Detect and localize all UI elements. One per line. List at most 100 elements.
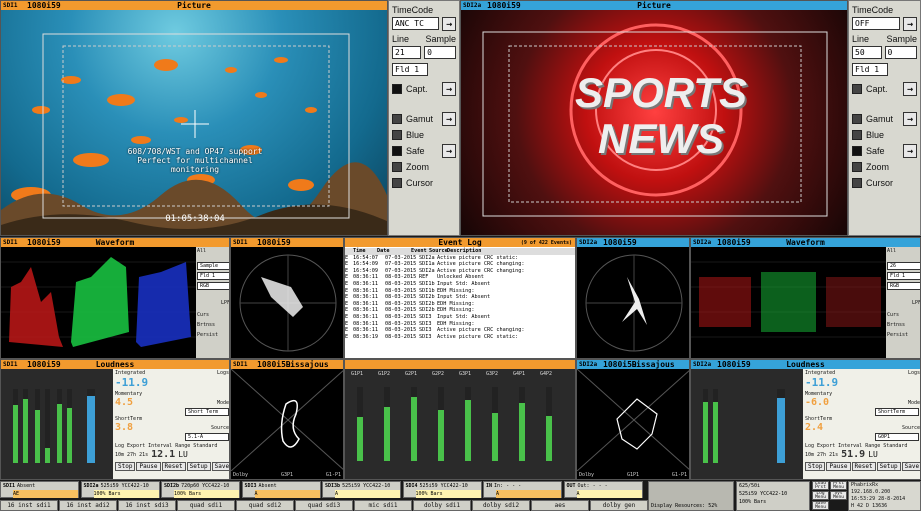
preset-tab[interactable]: 16 inst adi2 xyxy=(59,500,117,511)
input-status[interactable]: SDI2a 525i59 YCC422-10 100% Bars xyxy=(80,481,160,498)
rgb-waveform-trace xyxy=(691,261,886,338)
field-select[interactable]: Fld 1 xyxy=(392,63,428,76)
setup-button[interactable]: Setup xyxy=(186,462,211,471)
preset-tab[interactable]: dolby sdi1 xyxy=(413,500,471,511)
log-row[interactable]: E 08:36:11 08-03-2015 SDI3 Input Std: Absent xyxy=(345,314,575,321)
capt-checkbox[interactable] xyxy=(852,84,862,94)
reset-button[interactable]: Reset xyxy=(851,462,876,471)
field-select[interactable]: Fld 1 xyxy=(852,63,888,76)
meter-g1p2 xyxy=(384,387,390,461)
log-row[interactable]: E 08:36:19 08-03-2015 SDI3 Active picture CR… xyxy=(345,334,575,341)
gamut-checkbox[interactable] xyxy=(852,114,862,124)
arrow-right-icon[interactable]: → xyxy=(903,17,917,31)
safe-checkbox[interactable] xyxy=(852,146,862,156)
save-button[interactable]: Save xyxy=(211,462,229,471)
blue-checkbox[interactable] xyxy=(852,130,862,140)
pause-button[interactable]: Pause xyxy=(826,462,851,471)
mode-select[interactable]: ShortTerm xyxy=(875,408,919,416)
input-status[interactable]: SDI2b 720p60 YCC422-10 100% Bars xyxy=(161,481,240,498)
log-row[interactable]: E 16:54:07 07-03-2015 SDI2a Active picture C… xyxy=(345,255,575,262)
channel-label: G3P1 xyxy=(459,371,472,377)
preset-tab[interactable]: mic sdi1 xyxy=(354,500,412,511)
log-row[interactable]: E 08:36:11 08-03-2015 REF Unlocked Absent xyxy=(345,274,575,281)
input-status[interactable]: SDI1 Absent AE xyxy=(0,481,79,498)
arrow-right-icon[interactable]: → xyxy=(903,144,917,158)
setup-button[interactable]: Setup xyxy=(876,462,901,471)
log-row[interactable]: E 08:36:11 08-03-2015 SDI2b EDH Missing: xyxy=(345,301,575,308)
preset-tab[interactable]: quad sdi3 xyxy=(295,500,353,511)
log-row[interactable]: E 08:36:11 08-03-2015 SDI2b Input Std: Absen… xyxy=(345,294,575,301)
log-date: 08-03-2015 xyxy=(385,320,417,327)
preset-tab[interactable]: 16 inst sdi1 xyxy=(0,500,58,511)
preset-tab[interactable]: 16 inst sdi3 xyxy=(118,500,176,511)
menu-button[interactable]: Log Menu xyxy=(812,491,829,500)
meter-g2p2 xyxy=(438,387,444,461)
capt-label: Capt. xyxy=(866,84,888,94)
field-select[interactable]: Fld 1 xyxy=(887,272,920,280)
stop-button[interactable]: Stop xyxy=(115,462,136,471)
sample-input[interactable]: 26 xyxy=(887,262,920,270)
channel-label: G2P1 xyxy=(405,371,418,377)
preset-tab[interactable]: dolby gen xyxy=(590,500,648,511)
colour-mode-select[interactable]: RGB xyxy=(887,282,920,290)
input-status[interactable]: SDI3 Absent A xyxy=(241,481,321,498)
zoom-checkbox[interactable] xyxy=(852,162,862,172)
log-row[interactable]: E 16:54:09 07-03-2015 SDI2a Active picture C… xyxy=(345,268,575,275)
cursor-checkbox[interactable] xyxy=(852,178,862,188)
preset-tab[interactable]: aes xyxy=(531,500,589,511)
persist-label: Persist xyxy=(197,332,219,338)
source-select[interactable]: G0P1 xyxy=(875,433,919,441)
cursor-checkbox[interactable] xyxy=(392,178,402,188)
reset-button[interactable]: Reset xyxy=(161,462,186,471)
sample-input[interactable]: 0 xyxy=(884,46,917,59)
sample-input[interactable]: Sample xyxy=(197,262,229,270)
event-log-list[interactable]: E 16:54:07 07-03-2015 SDI2a Active picture C… xyxy=(345,255,575,341)
blue-checkbox[interactable] xyxy=(392,130,402,140)
mode-select[interactable]: Short Term xyxy=(185,408,229,416)
arrow-right-icon[interactable]: → xyxy=(442,144,456,158)
menu-button[interactable]: Load Prst xyxy=(812,481,829,490)
menu-button[interactable]: Save Menu xyxy=(812,501,829,510)
preset-tab[interactable]: quad sdi1 xyxy=(177,500,235,511)
timecode-source-select[interactable]: OFF xyxy=(852,17,900,30)
input-pattern: 100% Bars xyxy=(415,490,481,498)
input-status[interactable]: OUT Out: - - -A xyxy=(563,481,643,498)
colour-mode-select[interactable]: RGB xyxy=(197,282,229,290)
pause-button[interactable]: Pause xyxy=(136,462,161,471)
capt-checkbox[interactable] xyxy=(392,84,402,94)
gamut-checkbox[interactable] xyxy=(392,114,402,124)
stop-button[interactable]: Stop xyxy=(805,462,826,471)
line-input[interactable]: 50 xyxy=(852,46,882,59)
zoom-checkbox[interactable] xyxy=(392,162,402,172)
waveform-panel-left: SDI1 1080i59 Waveform All Sample Fld 1 R… xyxy=(0,237,230,359)
line-input[interactable]: 21 xyxy=(392,46,422,59)
interval-value: 10m 27h 21s xyxy=(115,451,149,458)
arrow-right-icon[interactable]: → xyxy=(442,112,456,126)
preset-tab[interactable]: dolby sdi2 xyxy=(472,500,530,511)
arrow-right-icon[interactable]: → xyxy=(903,112,917,126)
arrow-right-icon[interactable]: → xyxy=(442,17,456,31)
picture-controls-right: TimeCode OFF → Line Sample 50 0 Fld 1 Capt.… xyxy=(848,0,921,236)
log-time: 08:36:11 xyxy=(353,313,378,320)
log-row[interactable]: E 08:36:11 08-03-2015 SDI3 EDH Missing: xyxy=(345,321,575,328)
menu-button[interactable]: Sys Menu xyxy=(830,491,847,500)
format-label: 1080i59 xyxy=(27,238,61,247)
input-status[interactable]: SDI4 525i59 YCC422-10 100% Bars xyxy=(402,481,482,498)
log-row[interactable]: E 16:54:09 07-03-2015 SDI1a Active picture C… xyxy=(345,261,575,268)
log-row[interactable]: E 08:36:11 08-03-2015 SDI1b EDH Missing: xyxy=(345,288,575,295)
source-select[interactable]: 5.1-A xyxy=(185,433,229,441)
sample-input[interactable]: 0 xyxy=(424,46,456,59)
safe-checkbox[interactable] xyxy=(392,146,402,156)
input-status[interactable]: SDI3b 525i59 YCC422-10 A xyxy=(322,481,401,498)
log-row[interactable]: E 08:36:11 08-03-2015 SDI1b Input Std: Absen… xyxy=(345,281,575,288)
timecode-source-select[interactable]: ANC TC xyxy=(392,17,440,30)
save-button[interactable]: Save xyxy=(901,462,920,471)
log-row[interactable]: E 08:36:11 08-03-2015 SDI2b EDH Missing: xyxy=(345,307,575,314)
input-status[interactable]: IN In: - - -A xyxy=(483,481,562,498)
preset-tab[interactable]: quad sdi2 xyxy=(236,500,294,511)
menu-button[interactable]: Prst Menu xyxy=(830,481,847,490)
arrow-right-icon[interactable]: → xyxy=(442,82,456,96)
field-select[interactable]: Fld 1 xyxy=(197,272,229,280)
arrow-right-icon[interactable]: → xyxy=(903,82,917,96)
log-row[interactable]: E 08:36:11 08-03-2015 SDI3 Active picture CR… xyxy=(345,327,575,334)
